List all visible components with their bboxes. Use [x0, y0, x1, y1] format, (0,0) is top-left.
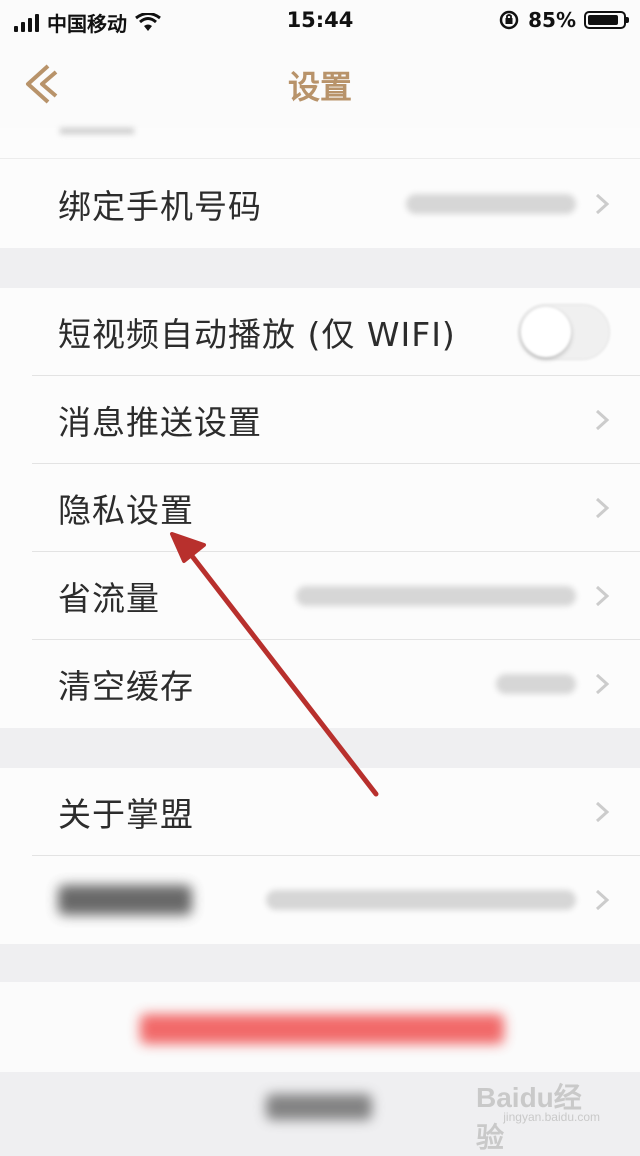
orientation-lock-icon	[499, 10, 519, 30]
privacy-settings-row[interactable]: 隐私设置	[0, 464, 640, 552]
data-saver-row[interactable]: 省流量	[0, 552, 640, 640]
blurred-previous-row	[60, 128, 134, 134]
watermark-url: jingyan.baidu.com	[503, 1110, 600, 1124]
chevron-right-icon	[595, 585, 610, 607]
chevron-right-icon	[595, 409, 610, 431]
bind-phone-row[interactable]: 绑定手机号码	[0, 160, 640, 248]
chevron-right-icon	[595, 801, 610, 823]
blurred-row[interactable]	[0, 856, 640, 944]
privacy-settings-label: 隐私设置	[58, 491, 194, 530]
chevron-right-icon	[595, 193, 610, 215]
account-section: 绑定手机号码	[0, 128, 640, 248]
data-saver-value-blurred	[296, 586, 576, 606]
autoplay-toggle[interactable]	[518, 304, 610, 360]
push-settings-label: 消息推送设置	[58, 403, 262, 442]
logout-label-blurred	[140, 1014, 504, 1044]
phone-value-blurred	[406, 194, 576, 214]
clear-cache-label: 清空缓存	[58, 667, 194, 706]
battery-percent: 85%	[528, 8, 576, 32]
battery-icon	[584, 11, 629, 29]
chevron-right-icon	[595, 673, 610, 695]
logout-button[interactable]	[0, 982, 640, 1072]
status-bar: 中国移动 15:44 85%	[0, 0, 640, 40]
data-saver-label: 省流量	[58, 579, 160, 618]
baidu-watermark: Baidu经验 jingyan.baidu.com	[476, 1070, 606, 1153]
clear-cache-row[interactable]: 清空缓存	[0, 640, 640, 728]
page-title: 设置	[287, 68, 352, 106]
preferences-section: 短视频自动播放 (仅 WIFI) 消息推送设置 隐私设置 省流量 清空缓存	[0, 288, 640, 728]
cancel-account-label-blurred	[266, 1094, 372, 1120]
about-section: 关于掌盟	[0, 768, 640, 944]
nav-bar: 设置	[0, 40, 640, 128]
chevron-right-icon	[595, 497, 610, 519]
blurred-row-label	[58, 885, 192, 915]
about-row[interactable]: 关于掌盟	[0, 768, 640, 856]
bind-phone-label: 绑定手机号码	[58, 187, 262, 226]
push-settings-row[interactable]: 消息推送设置	[0, 376, 640, 464]
about-label: 关于掌盟	[58, 795, 194, 834]
autoplay-label: 短视频自动播放 (仅 WIFI)	[58, 315, 456, 354]
autoplay-row: 短视频自动播放 (仅 WIFI)	[0, 288, 640, 376]
cache-size-blurred	[496, 674, 576, 694]
chevron-right-icon	[595, 889, 610, 911]
blurred-row-value	[266, 890, 576, 910]
